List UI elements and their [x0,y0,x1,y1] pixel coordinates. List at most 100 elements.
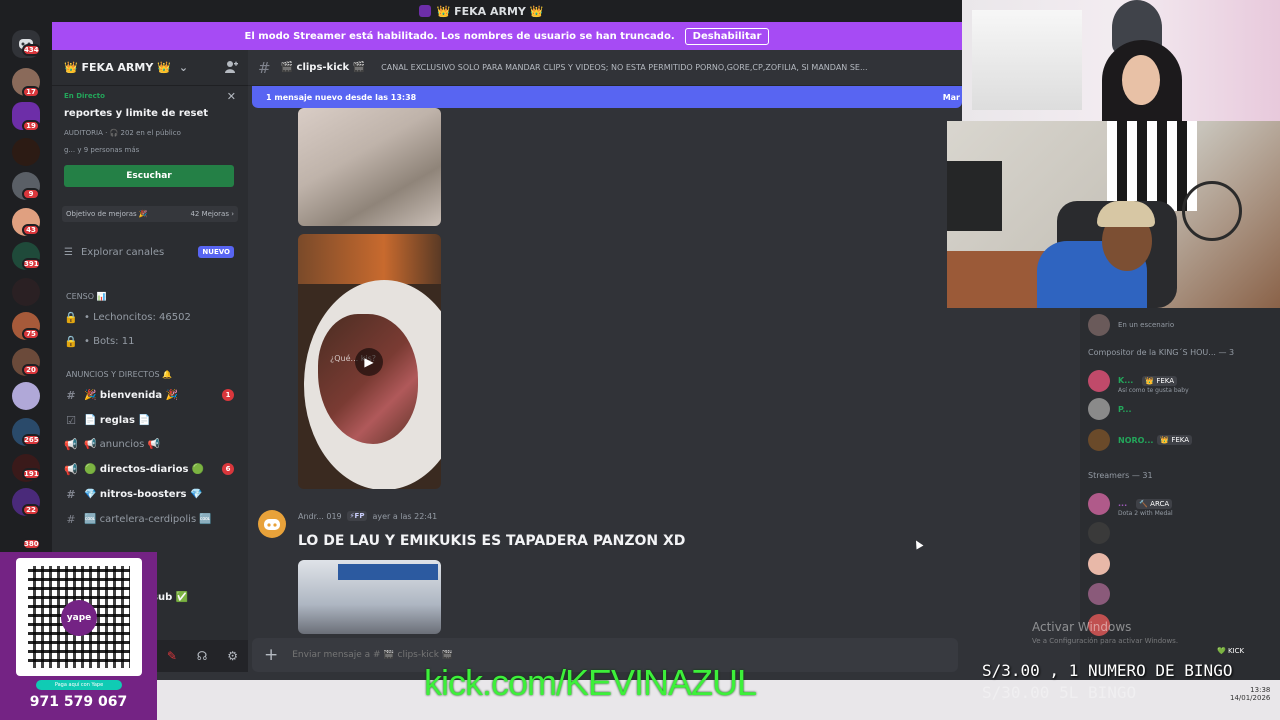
unread-badge: 75 [22,328,40,340]
lock-icon: 🔒 [64,334,78,348]
chat-header: # 🎬 clips-kick 🎬 CANAL EXCLUSIVO SOLO PA… [248,50,962,86]
lock-icon: 🔒 [64,310,78,324]
explore-channels[interactable]: ☰ Explorar canales NUEVO [64,246,234,258]
headset-icon[interactable]: ☊ [197,649,208,663]
qr-code: yape [16,558,142,676]
video-attachment[interactable]: ¿Qué... kis? ▶ [298,234,441,489]
category-censo[interactable]: CENSO 📊 [66,292,107,301]
stage-title: reportes y limite de reset [64,108,209,119]
unread-badge: 17 [22,86,40,98]
channel-directos-diarios[interactable]: 📢 🟢 directos-diarios 🟢 6 [64,461,234,477]
user-panel: ✎ ☊ ⚙ [157,640,248,672]
member-item[interactable] [1088,583,1118,605]
unread-badge: 43 [22,224,40,236]
face-shape [1122,55,1160,105]
member-name: ... [1118,499,1128,508]
rules-icon: ☑ [66,413,76,427]
unread-badge: 9 [22,188,40,200]
mute-icon[interactable]: ✎ [167,649,177,663]
member-item[interactable]: En un escenario [1088,314,1174,336]
server-icon[interactable] [12,138,40,166]
settings-gear-icon[interactable]: ⚙ [227,649,238,663]
disable-streamer-button[interactable]: Deshabilitar [684,27,770,45]
unread-badge: 19 [22,120,40,132]
webcam-main [947,121,1280,308]
member-item[interactable]: ... 🔨 ARCA Dota 2 with Medal [1088,491,1173,517]
message-time: ayer a las 22:41 [372,511,438,521]
member-name: NORO... [1118,435,1154,445]
server-header[interactable]: 👑 FEKA ARMY 👑 ⌄ [52,50,248,86]
channel-nitros-boosters[interactable]: # 💎 nitros-boosters 💎 [64,486,234,502]
unread-badge: 191 [22,468,41,480]
channel-bienvenida[interactable]: # 🎉 bienvenida 🎉 1 [64,387,234,403]
mark-read-label: Mar [942,92,960,102]
boost-count: 42 Mejoras › [190,210,234,218]
member-name: P... [1118,404,1132,414]
server-icon[interactable] [12,382,40,410]
cap-shape [1097,201,1155,227]
avatar [1088,493,1110,515]
message-author[interactable]: Andr... 019 [298,512,342,521]
category-anuncios[interactable]: ANUNCIOS Y DIRECTOS 🔔 [66,370,172,379]
server-tag: ⚡FP [346,511,368,521]
stage-meta: AUDITORIA · 🎧 202 en el público [64,129,181,137]
unread-badge: 434 [22,44,41,56]
add-attachment-icon[interactable]: + [264,645,278,665]
jersey-shape [1107,121,1197,211]
avatar [1088,522,1110,544]
close-icon[interactable]: ✕ [227,90,236,103]
invite-people-icon[interactable] [224,60,238,74]
bingo-price-overlay: S/3.00 , 1 NUMERO DE BINGO [982,661,1233,680]
avatar [1088,370,1110,392]
member-item[interactable]: P... [1088,398,1132,420]
avatar [1088,583,1110,605]
listen-button[interactable]: Escuchar [64,165,234,187]
yape-logo: yape [61,600,97,636]
channel-reglas[interactable]: ☑ 📄 reglas 📄 [64,412,234,428]
chevron-down-icon: ⌄ [178,61,189,74]
channel-name: 🎬 clips-kick 🎬 [280,62,366,73]
taskbar-clock[interactable]: 13:38 14/01/2026 [1230,686,1270,702]
mention-badge: 1 [222,389,234,401]
message-input[interactable] [292,650,893,660]
new-messages-label: 1 mensaje nuevo desde las 13:38 [266,92,417,102]
channel-topic[interactable]: CANAL EXCLUSIVO SOLO PARA MANDAR CLIPS Y… [381,63,867,72]
member-status: Dota 2 with Medal [1118,510,1173,517]
tv-shape [947,161,1002,231]
explore-icon: ☰ [64,246,73,258]
boost-goal[interactable]: Objetivo de mejoras 🎉 42 Mejoras › [62,206,238,222]
new-messages-bar[interactable]: 1 mensaje nuevo desde las 13:38 Mar [252,86,962,108]
member-item[interactable]: 💚 KICK [1210,646,1247,656]
play-icon[interactable]: ▶ [355,348,383,376]
unread-badge: 22 [22,504,40,516]
stage-people: g... y 9 personas más [64,146,140,154]
hash-icon: # [66,487,76,501]
channel-anuncios[interactable]: 📢 📢 anuncios 📢 [64,436,234,452]
message-text: LO DE LAU Y EMIKUKIS ES TAPADERA PANZON … [298,533,686,549]
avatar [1088,314,1110,336]
streamer-mode-text: El modo Streamer está habilitado. Los no… [244,30,675,42]
window-titlebar: 👑 FEKA ARMY 👑 [0,0,962,22]
yape-pay-label: Paga aquí con Yape [36,680,122,690]
fan-shape [1182,181,1242,241]
member-status: Así como te gusta baby [1118,387,1189,394]
server-icon[interactable] [12,278,40,306]
member-name: K... [1118,376,1134,385]
channel-lechoncitos[interactable]: 🔒 • Lechoncitos: 46502 [64,309,234,325]
channel-bots[interactable]: 🔒 • Bots: 11 [64,333,234,349]
channel-cartelera[interactable]: # 🆒 cartelera-cerdipolis 🆒 [64,511,234,527]
member-item[interactable] [1088,553,1118,575]
shelf-shape [972,10,1082,110]
channel-sub[interactable]: sub ✅ [152,589,232,605]
image-attachment[interactable] [298,560,441,634]
member-item[interactable]: K... 👑 FEKA Así como te gusta baby [1088,368,1189,394]
screen-shape [338,564,438,580]
member-item[interactable] [1088,522,1118,544]
unread-badge: 265 [22,434,41,446]
member-item[interactable]: NORO... 👑 FEKA [1088,429,1193,451]
image-attachment[interactable] [298,108,441,226]
streamer-mode-banner: El modo Streamer está habilitado. Los no… [52,22,962,50]
author-avatar[interactable] [258,510,286,538]
hash-icon: # [66,512,76,526]
member-tag: 👑 FEKA [1157,435,1193,445]
